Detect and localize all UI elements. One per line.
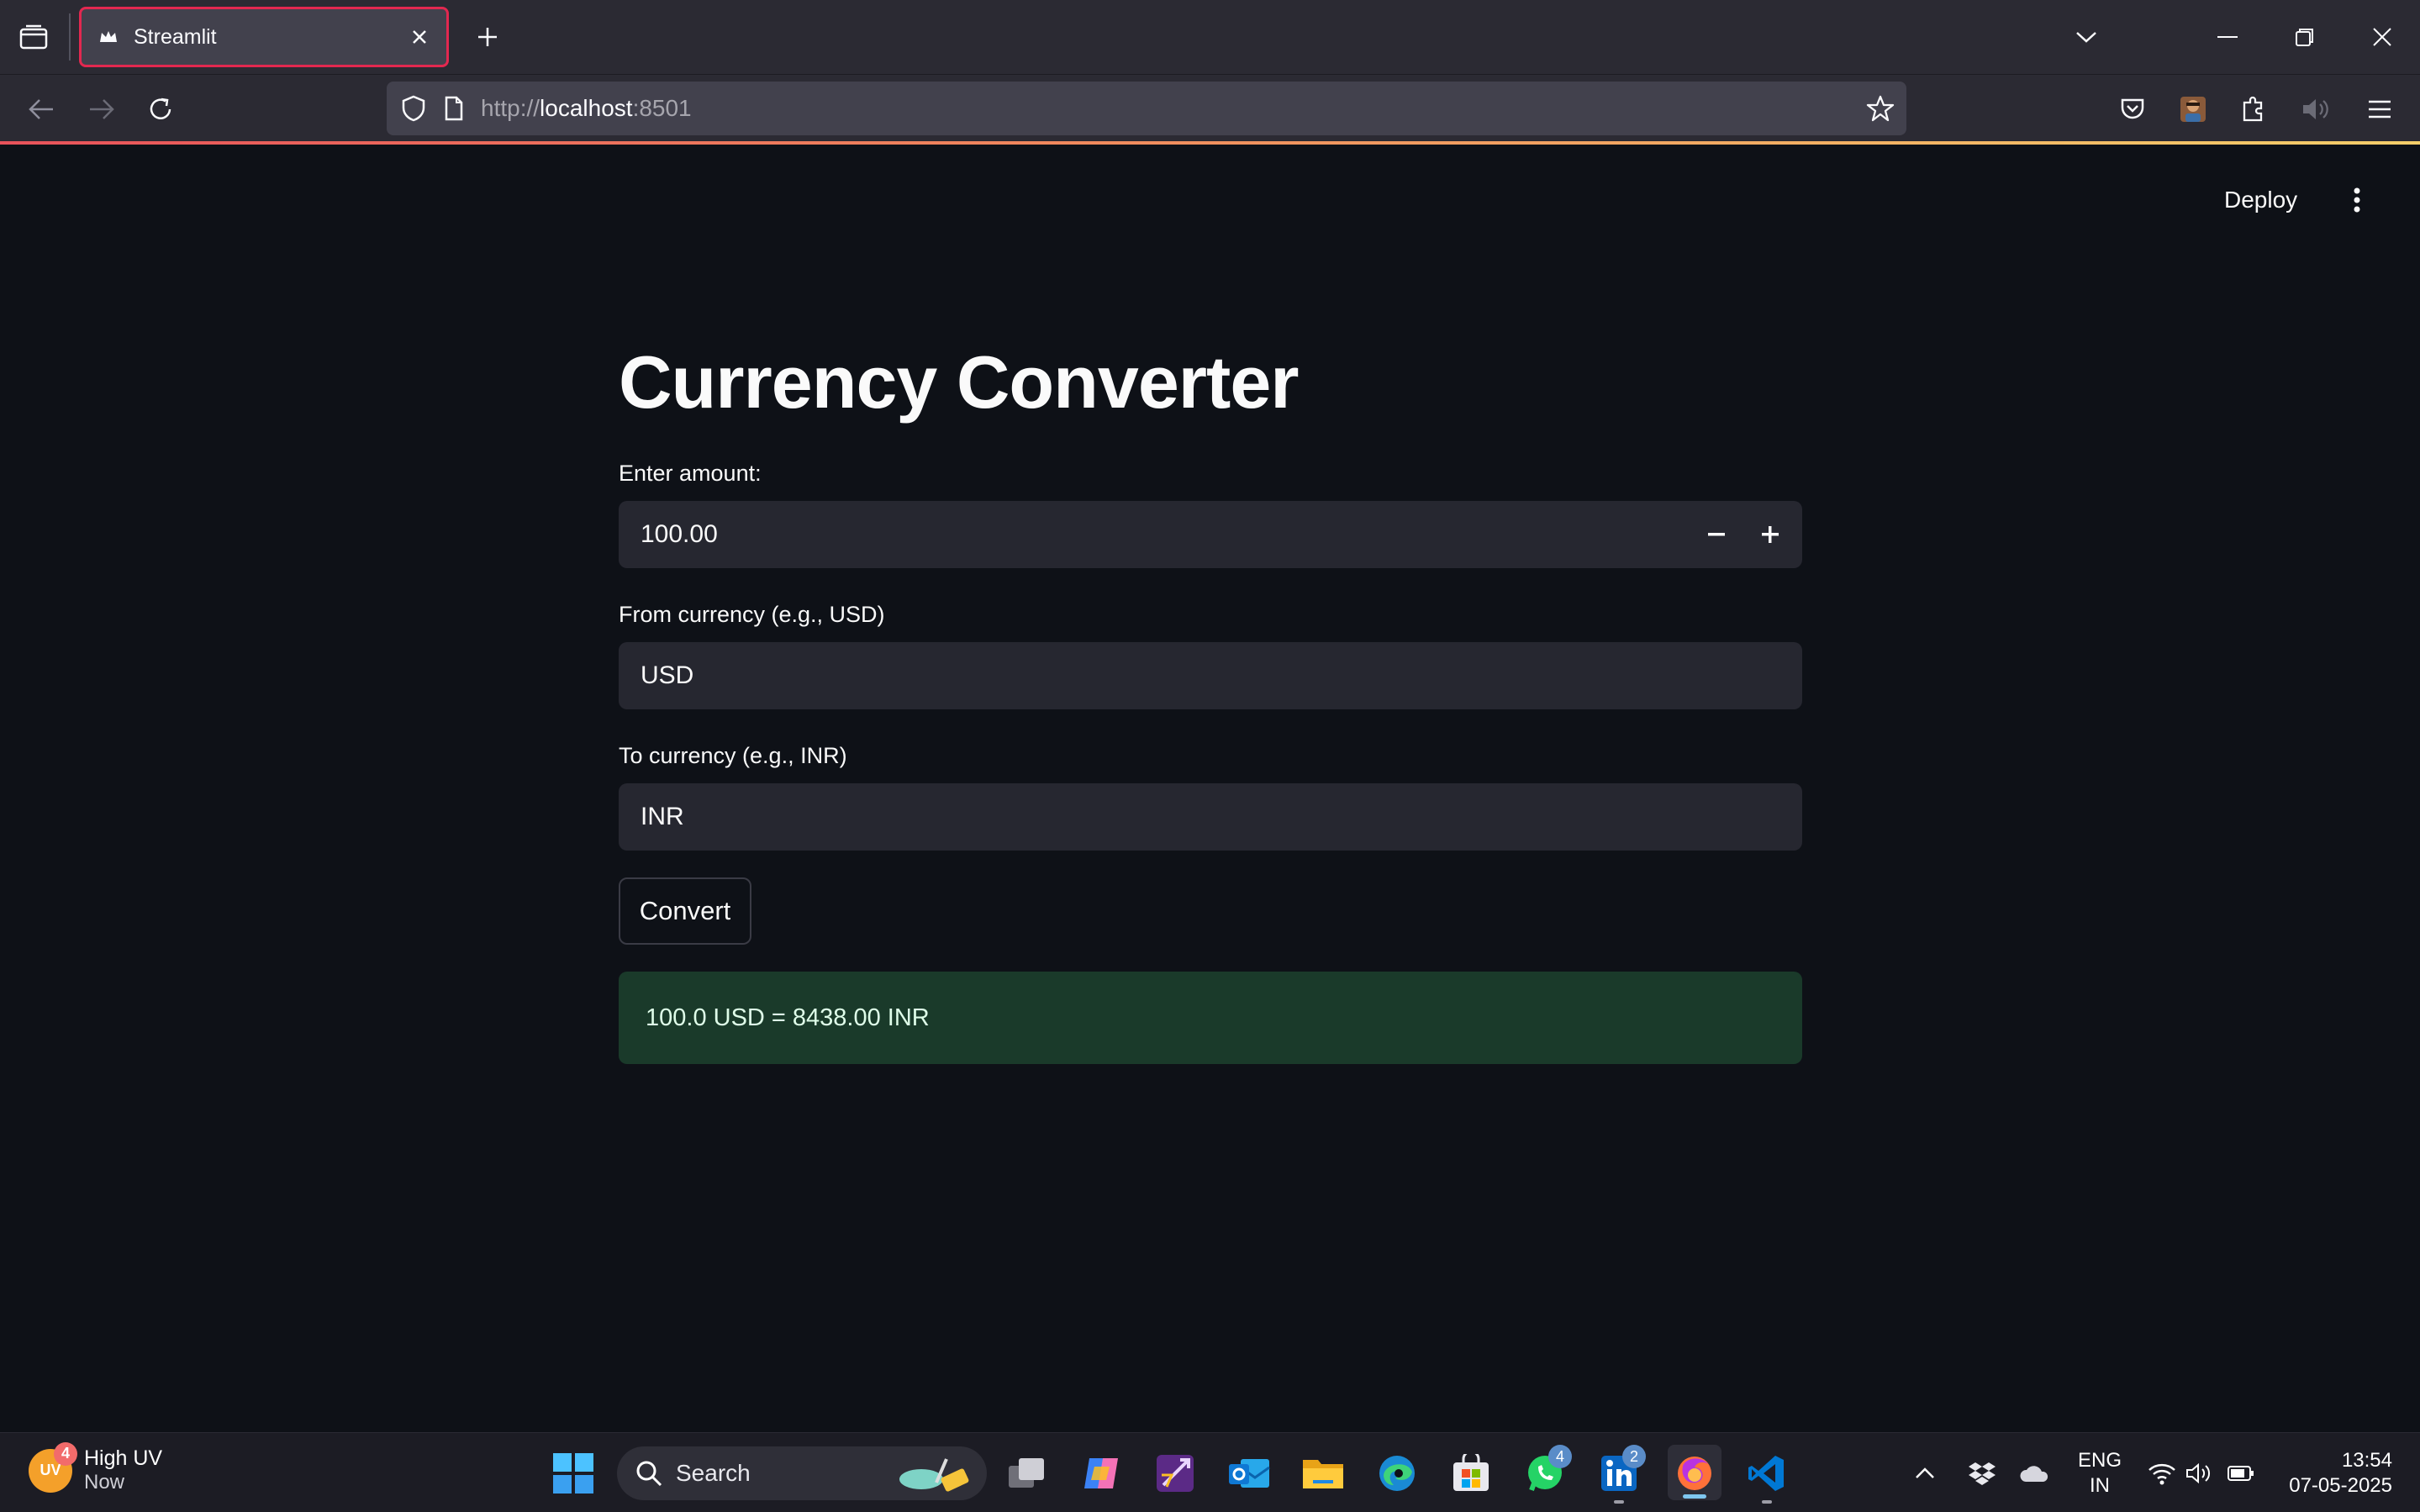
deploy-button[interactable]: Deploy (2224, 187, 2297, 213)
windows-taskbar: UV 4 High UV Now Search 4 2 ENG IN 13:54… (0, 1432, 2420, 1512)
url-port: :8501 (632, 95, 692, 121)
convert-button[interactable]: Convert (619, 877, 751, 945)
from-currency-field (619, 642, 1802, 709)
battery-icon[interactable] (2224, 1457, 2258, 1490)
minimize-icon[interactable] (2189, 0, 2266, 74)
success-result-alert: 100.0 USD = 8438.00 INR (619, 972, 1802, 1064)
pocket-icon[interactable] (2112, 88, 2154, 130)
language-indicator[interactable]: ENG IN (2078, 1448, 2122, 1499)
browser-tab-bar: Streamlit (0, 0, 2420, 74)
weather-subtitle: Now (84, 1471, 125, 1494)
new-tab-plus-icon[interactable] (469, 18, 506, 55)
tab-streamlit[interactable]: Streamlit (79, 7, 449, 67)
running-indicator (1614, 1500, 1624, 1504)
account-avatar-icon[interactable] (2172, 88, 2214, 130)
from-currency-label: From currency (e.g., USD) (619, 602, 885, 627)
url-text[interactable]: http://localhost:8501 (481, 95, 692, 122)
volume-icon[interactable] (2182, 1457, 2216, 1490)
url-scheme: http:// (481, 95, 540, 121)
active-indicator (1683, 1494, 1706, 1499)
uv-icon-text: UV (40, 1462, 61, 1478)
firefox-view-icon[interactable] (0, 0, 67, 74)
copilot-icon[interactable] (1076, 1448, 1126, 1499)
app-menu-hamburger-icon[interactable] (2359, 88, 2401, 130)
speaker-icon[interactable] (2295, 88, 2337, 130)
taskbar-search-box[interactable]: Search (617, 1446, 987, 1500)
to-currency-field (619, 783, 1802, 851)
linkedin-icon[interactable]: 2 (1594, 1445, 1646, 1504)
list-all-tabs-chevron-down-icon[interactable] (2048, 0, 2125, 74)
visual-studio-icon[interactable] (1150, 1448, 1200, 1499)
search-icon (636, 1461, 662, 1487)
tab-title: Streamlit (134, 24, 217, 49)
search-highlight-icon (899, 1458, 969, 1492)
reload-icon[interactable] (140, 88, 182, 130)
streamlit-app: Deploy Currency Converter Enter amount: … (0, 145, 2420, 1432)
close-tab-icon[interactable] (408, 25, 431, 49)
tab-separator (69, 13, 71, 61)
clock-time: 13:54 (2341, 1449, 2392, 1472)
task-view-icon[interactable] (1002, 1448, 1052, 1499)
show-hidden-icons-chevron-up-icon[interactable] (1908, 1457, 1942, 1490)
edge-icon[interactable] (1372, 1448, 1422, 1499)
browser-nav-bar: http://localhost:8501 (0, 74, 2420, 143)
url-host: localhost (540, 95, 633, 121)
weather-badge: 4 (54, 1441, 77, 1466)
onedrive-cloud-icon[interactable] (2017, 1457, 2051, 1490)
streamlit-crown-icon (97, 25, 120, 49)
page-info-icon[interactable] (444, 96, 464, 121)
result-text: 100.0 USD = 8438.00 INR (646, 1004, 930, 1031)
bookmark-star-icon[interactable] (1866, 94, 1895, 123)
language-line1: ENG (2078, 1449, 2122, 1472)
to-currency-input[interactable] (619, 783, 1802, 851)
clock-date: 07-05-2025 (2289, 1474, 2392, 1497)
windows-start-icon[interactable] (551, 1451, 595, 1495)
restore-icon[interactable] (2266, 0, 2344, 74)
forward-arrow-icon[interactable] (81, 88, 123, 130)
weather-title: High UV (84, 1446, 163, 1470)
address-bar[interactable]: http://localhost:8501 (387, 82, 1906, 135)
language-line2: IN (2090, 1474, 2110, 1497)
running-indicator (1762, 1500, 1772, 1504)
uv-sun-icon: UV 4 (29, 1441, 77, 1493)
outlook-icon[interactable] (1224, 1448, 1274, 1499)
page-title: Currency Converter (619, 340, 1300, 424)
dropbox-icon[interactable] (1965, 1457, 1999, 1490)
firefox-icon[interactable] (1668, 1445, 1721, 1500)
clock[interactable]: 13:54 07-05-2025 (2283, 1448, 2392, 1499)
linkedin-badge: 2 (1622, 1445, 1646, 1468)
extensions-puzzle-icon[interactable] (2233, 88, 2275, 130)
back-arrow-icon[interactable] (20, 88, 62, 130)
weather-widget[interactable]: UV 4 High UV Now (29, 1441, 163, 1494)
wifi-icon[interactable] (2145, 1457, 2179, 1490)
file-explorer-icon[interactable] (1298, 1448, 1348, 1499)
amount-label: Enter amount: (619, 461, 762, 486)
whatsapp-badge: 4 (1548, 1445, 1572, 1468)
search-label: Search (676, 1460, 751, 1486)
microsoft-store-icon[interactable] (1446, 1448, 1496, 1499)
close-window-icon[interactable] (2344, 0, 2420, 74)
shield-icon[interactable] (402, 95, 425, 122)
to-currency-label: To currency (e.g., INR) (619, 743, 847, 768)
amount-input[interactable] (619, 501, 1690, 568)
from-currency-input[interactable] (619, 642, 1802, 709)
whatsapp-icon[interactable]: 4 (1520, 1445, 1572, 1499)
amount-number-input (619, 501, 1802, 568)
vscode-icon[interactable] (1742, 1448, 1792, 1504)
increment-plus-icon[interactable] (1743, 501, 1797, 568)
decrement-minus-icon[interactable] (1690, 501, 1743, 568)
main-menu-kebab-icon[interactable] (2344, 183, 2370, 217)
